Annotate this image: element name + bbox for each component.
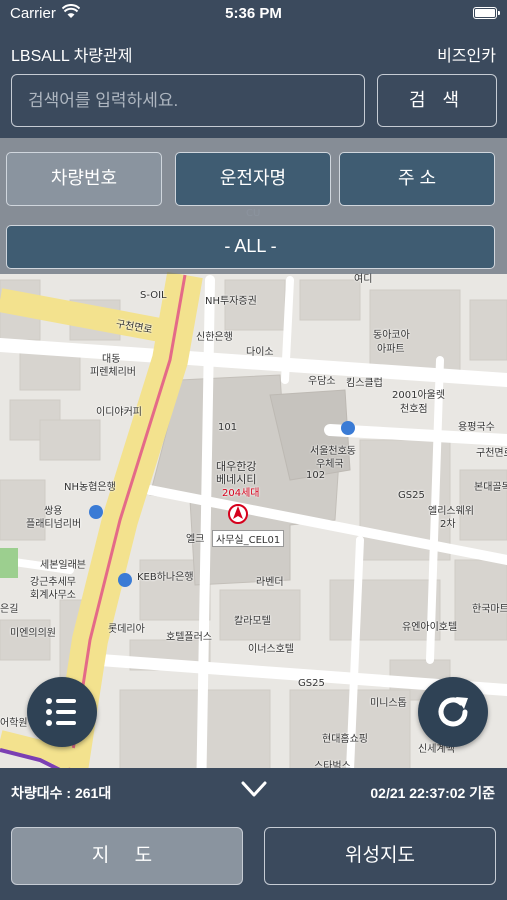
- road-label: 본대골목: [474, 482, 507, 493]
- map-label: 엘크: [186, 534, 205, 545]
- map-label: 2001아울렛: [392, 390, 446, 401]
- map-label: NH농협은행: [64, 482, 116, 493]
- map-label: 세본일래븐: [40, 560, 86, 571]
- battery-icon: [473, 7, 500, 19]
- map-label: 204세대: [222, 488, 260, 499]
- map-label: 101: [218, 422, 238, 433]
- map-label: NH투자증권: [205, 296, 257, 307]
- map-label: 은길: [0, 604, 19, 615]
- map-label: 동아코아: [373, 330, 410, 341]
- map-label: 우체국: [316, 459, 344, 470]
- refresh-icon: [438, 697, 468, 727]
- map-label: 아파트: [377, 344, 405, 355]
- map-label: 칼라모텔: [234, 616, 271, 627]
- map-label: 용평국수: [458, 422, 495, 433]
- map-label: 회계사무소: [30, 590, 76, 601]
- map-label: 유엔아이호텔: [402, 622, 458, 633]
- map-label: 피렌체리버: [90, 367, 136, 378]
- map-label: 다이소: [246, 347, 274, 358]
- map-label: 롯데리아: [108, 624, 145, 635]
- map-label: GS25: [398, 490, 425, 501]
- clock: 5:36 PM: [225, 5, 282, 22]
- map-label: 플래티넘리버: [26, 519, 82, 530]
- map-label: 킴스클럽: [346, 378, 383, 389]
- map-label: KEB하나은행: [137, 572, 194, 583]
- company-name: 비즈인카: [437, 48, 496, 65]
- map-vehicle-tag[interactable]: 사무실_CEL01: [212, 530, 285, 547]
- map-label: 호텔플러스: [166, 632, 212, 643]
- filter-panel: 차량번호 운전자명 주 소 - ALL -: [0, 138, 507, 274]
- tab-map[interactable]: 지 도: [11, 827, 243, 885]
- search-button[interactable]: 검 색: [377, 74, 497, 127]
- map-label: 2차: [440, 519, 456, 530]
- filter-all-button[interactable]: - ALL -: [6, 225, 495, 269]
- map-label: 이디야커피: [96, 407, 142, 418]
- map-label: 미니스톱: [370, 698, 407, 709]
- update-timestamp: 02/21 22:37:02 기준: [370, 785, 495, 801]
- filter-vehicle-number-button[interactable]: 차량번호: [6, 152, 162, 206]
- map-label: 102: [306, 470, 326, 481]
- map-label: 현대홈쇼핑: [322, 734, 368, 745]
- map-label: 신한은행: [196, 332, 233, 343]
- map-label: 라벤더: [256, 577, 284, 588]
- status-bar: Carrier 5:36 PM: [0, 0, 507, 28]
- map-label: 미엔의의원: [10, 628, 56, 639]
- map-label: GS25: [298, 678, 325, 689]
- map-label: 어학원: [0, 718, 28, 729]
- vehicle-count: 차량대수 : 261대: [11, 785, 112, 801]
- search-input[interactable]: [11, 74, 365, 127]
- filter-driver-name-button[interactable]: 운전자명: [175, 152, 331, 206]
- info-bar: 차량대수 : 261대 02/21 22:37:02 기준: [0, 768, 507, 816]
- chevron-down-icon[interactable]: [240, 778, 268, 805]
- app-title: LBSALL 차량관제: [11, 48, 133, 65]
- map-label: S-OIL: [140, 290, 167, 301]
- refresh-button[interactable]: [418, 677, 488, 747]
- list-button[interactable]: [27, 677, 97, 747]
- map-label: 한국마트: [472, 604, 507, 615]
- map-label: 천호점: [400, 404, 428, 415]
- list-icon: [46, 698, 76, 726]
- bottom-tab-bar: 지 도 위성지도: [0, 816, 507, 900]
- map-label: 우담소: [308, 376, 336, 387]
- app-header: LBSALL 차량관제 비즈인카 검 색: [0, 28, 507, 138]
- map-label: 이너스호텔: [248, 644, 294, 655]
- tab-satellite-map[interactable]: 위성지도: [264, 827, 496, 885]
- road-label: 구천면로: [476, 448, 507, 459]
- filter-address-button[interactable]: 주 소: [339, 152, 495, 206]
